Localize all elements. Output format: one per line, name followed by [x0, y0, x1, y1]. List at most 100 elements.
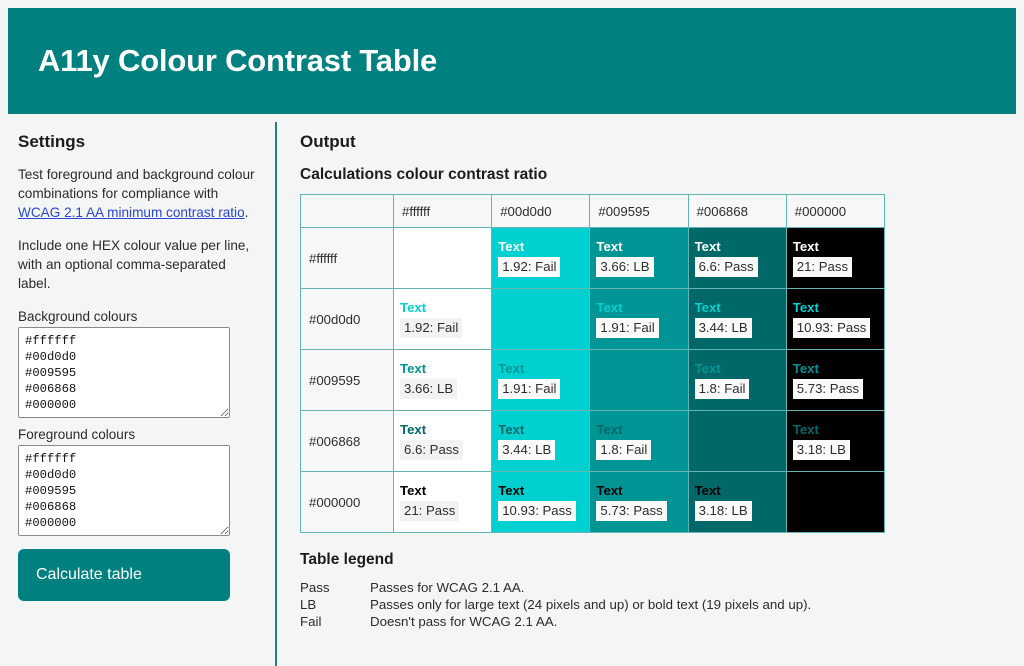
- table-row: #ffffff Text 1.92: Fail Text 3.66: LB Text 6.6…: [300, 227, 886, 289]
- cell-text-sample: Text: [498, 422, 525, 438]
- column-header-006868: #006868: [687, 194, 787, 228]
- cell-ratio-badge: 21: Pass: [400, 500, 460, 521]
- table-header-row: #ffffff #00d0d0 #009595 #006868 #000000: [300, 194, 886, 228]
- contrast-cell: [785, 471, 886, 533]
- legend-row: LB Passes only for large text (24 pixels …: [300, 596, 811, 613]
- contrast-cell: Text 21: Pass: [392, 471, 493, 533]
- cell-text-sample: Text: [498, 239, 525, 255]
- table-row: #009595 Text 3.66: LB Text 1.91: Fail Text 1.8…: [300, 349, 886, 411]
- row-header-ffffff: #ffffff: [300, 227, 394, 289]
- foreground-colours-label: Foreground colours: [18, 426, 136, 442]
- legend-heading: Table legend: [300, 551, 394, 568]
- contrast-cell: Text 3.44: LB: [491, 410, 591, 472]
- cell-ratio-badge: 3.66: LB: [400, 378, 458, 399]
- contrast-cell: Text 6.6: Pass: [687, 227, 787, 289]
- cell-ratio-badge: 1.91: Fail: [596, 317, 659, 338]
- cell-ratio-badge: 6.6: Pass: [694, 256, 758, 277]
- cell-ratio-badge: 10.93: Pass: [498, 500, 576, 521]
- corner-cell: [300, 194, 394, 228]
- cell-text-sample: Text: [596, 300, 623, 316]
- cell-ratio-badge: 6.6: Pass: [400, 439, 463, 460]
- contrast-cell: Text 10.93: Pass: [785, 288, 886, 350]
- cell-ratio-badge: 10.93: Pass: [792, 317, 871, 338]
- cell-text-sample: Text: [792, 300, 819, 316]
- contrast-cell: Text 21: Pass: [785, 227, 886, 289]
- cell-text-sample: Text: [400, 483, 427, 499]
- output-heading: Output: [300, 132, 356, 151]
- legend-key: LB: [300, 597, 317, 612]
- contrast-table-body: #ffffff Text 1.92: Fail Text 3.66: LB Text 6.6…: [300, 227, 886, 533]
- cell-text-sample: Text: [400, 422, 427, 438]
- cell-text-sample: Text: [694, 361, 721, 377]
- legend-key: Pass: [300, 580, 330, 595]
- cell-ratio-badge: 1.8: Fail: [596, 439, 652, 460]
- cell-text-sample: Text: [792, 422, 819, 438]
- row-header-00d0d0: #00d0d0: [300, 288, 394, 350]
- contrast-cell: Text 1.91: Fail: [589, 288, 689, 350]
- cell-text-sample: Text: [596, 422, 623, 438]
- contrast-cell: Text 6.6: Pass: [392, 410, 493, 472]
- contrast-cell: Text 3.44: LB: [687, 288, 787, 350]
- contrast-cell: Text 3.66: LB: [392, 349, 493, 411]
- cell-ratio-badge: 1.92: Fail: [400, 317, 463, 338]
- settings-intro: Test foreground and background colour co…: [18, 166, 257, 222]
- legend-description: Passes for WCAG 2.1 AA.: [370, 580, 525, 595]
- cell-ratio-badge: 1.91: Fail: [498, 378, 561, 399]
- contrast-cell: Text 1.8: Fail: [687, 349, 787, 411]
- cell-ratio-badge: 3.18: LB: [792, 439, 850, 460]
- settings-intro-after: .: [244, 204, 249, 220]
- legend-description: Passes only for large text (24 pixels an…: [370, 597, 812, 612]
- cell-text-sample: Text: [596, 239, 623, 255]
- cell-text-sample: Text: [792, 361, 819, 377]
- settings-heading: Settings: [18, 132, 86, 151]
- cell-text-sample: Text: [694, 300, 721, 316]
- output-panel: Output Calculations colour contrast rati…: [300, 122, 1024, 666]
- table-row: #000000 Text 21: Pass Text 10.93: Pass Text 5.…: [300, 471, 886, 533]
- table-row: #006868 Text 6.6: Pass Text 3.44: LB Text 1.8:…: [300, 410, 886, 472]
- wcag-link[interactable]: WCAG 2.1 AA minimum contrast ratio: [18, 205, 245, 220]
- row-header-009595: #009595: [300, 349, 394, 411]
- contrast-cell: Text 1.92: Fail: [491, 227, 591, 289]
- legend-table: Pass Passes for WCAG 2.1 AA. LB Passes only…: [300, 579, 811, 630]
- page-banner: A11y Colour Contrast Table: [8, 8, 1016, 114]
- row-header-006868: #006868: [300, 410, 394, 472]
- cell-text-sample: Text: [792, 239, 819, 255]
- legend-row: Fail Doesn't pass for WCAG 2.1 AA.: [300, 613, 811, 630]
- column-header-009595: #009595: [589, 194, 689, 228]
- cell-text-sample: Text: [498, 361, 525, 377]
- contrast-cell: Text 1.8: Fail: [589, 410, 689, 472]
- foreground-colours-input[interactable]: [18, 444, 230, 536]
- cell-text-sample: Text: [400, 300, 427, 316]
- cell-ratio-badge: 1.8: Fail: [694, 378, 750, 399]
- table-row: #00d0d0 Text 1.92: Fail Text 1.91: Fail Text 3…: [300, 288, 886, 350]
- legend-key: Fail: [300, 614, 322, 629]
- settings-hint: Include one HEX colour value per line, w…: [18, 238, 250, 291]
- contrast-cell: [491, 288, 591, 350]
- cell-ratio-badge: 5.73: Pass: [596, 500, 667, 521]
- background-colours-input[interactable]: [18, 326, 230, 418]
- cell-ratio-badge: 1.92: Fail: [498, 256, 561, 277]
- cell-ratio-badge: 5.73: Pass: [792, 378, 864, 399]
- contrast-cell: Text 10.93: Pass: [491, 471, 591, 533]
- cell-text-sample: Text: [694, 483, 721, 499]
- legend-row: Pass Passes for WCAG 2.1 AA.: [300, 579, 811, 596]
- contrast-cell: [392, 227, 493, 289]
- contrast-cell: Text 5.73: Pass: [785, 349, 886, 411]
- contrast-cell: Text 5.73: Pass: [589, 471, 689, 533]
- contrast-cell: [687, 410, 787, 472]
- calculate-table-button[interactable]: Calculate table: [18, 548, 230, 601]
- contrast-cell: Text 1.92: Fail: [392, 288, 493, 350]
- cell-ratio-badge: 3.66: LB: [596, 256, 654, 277]
- contrast-table-head: #ffffff #00d0d0 #009595 #006868 #000000: [300, 194, 886, 228]
- legend-body: Pass Passes for WCAG 2.1 AA. LB Passes only…: [300, 579, 811, 630]
- legend-description: Doesn't pass for WCAG 2.1 AA.: [370, 614, 558, 629]
- column-header-ffffff: #ffffff: [392, 194, 493, 228]
- cell-ratio-badge: 21: Pass: [792, 256, 853, 277]
- contrast-cell: Text 3.18: LB: [785, 410, 886, 472]
- contrast-table: #ffffff #00d0d0 #009595 #006868 #000000 #fff…: [300, 194, 886, 533]
- cell-text-sample: Text: [596, 483, 623, 499]
- contrast-cell: Text 3.66: LB: [589, 227, 689, 289]
- contrast-cell: Text 1.91: Fail: [491, 349, 591, 411]
- calculations-heading: Calculations colour contrast ratio: [300, 166, 548, 183]
- settings-panel: Settings Test foreground and background …: [0, 122, 277, 666]
